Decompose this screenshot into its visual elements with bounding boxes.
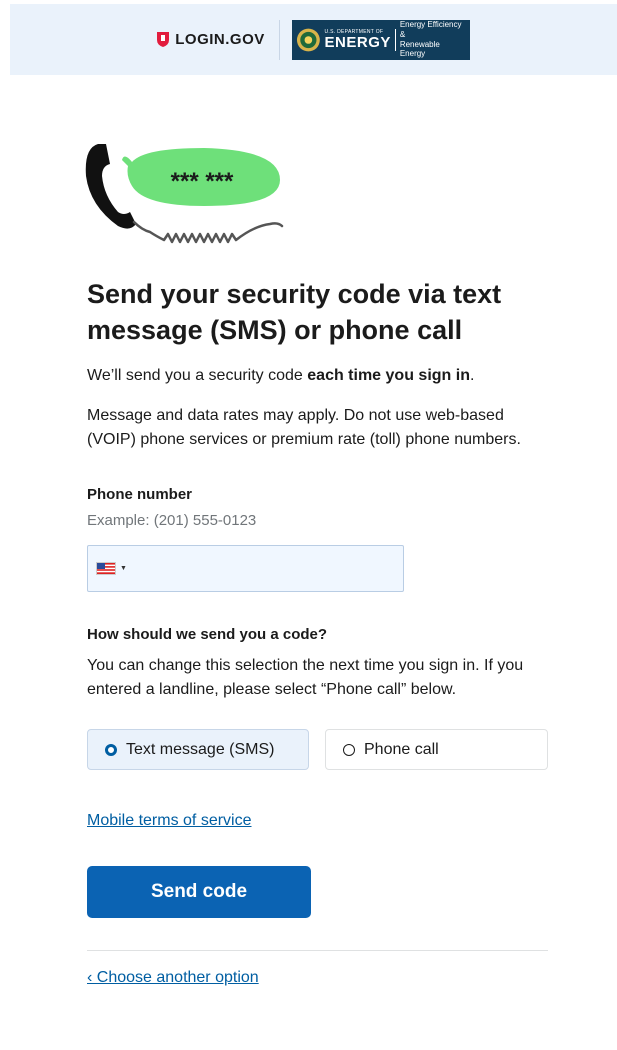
page-title: Send your security code via text message…: [87, 279, 502, 345]
send-code-button[interactable]: Send code: [87, 866, 311, 918]
shield-icon: [157, 32, 170, 47]
divider: [87, 950, 548, 951]
doe-seal-icon: [296, 28, 320, 51]
partner-big-text: ENERGY: [324, 33, 391, 51]
mobile-terms-link[interactable]: Mobile terms of service: [87, 812, 252, 830]
intro-text: We’ll send you a security code each time…: [87, 367, 474, 385]
intro-bold: each time you sign in: [307, 367, 470, 384]
radio-phone-call[interactable]: Phone call: [325, 729, 548, 770]
us-flag-icon[interactable]: [96, 562, 116, 575]
code-text: *** ***: [171, 168, 234, 195]
phone-field[interactable]: ▼: [87, 545, 404, 592]
site-header: LOGIN.GOV U.S. DEPARTMENT OF ENERGY Ener…: [10, 4, 617, 75]
phone-input[interactable]: [126, 545, 403, 592]
partner-office: Energy Efficiency & Renewable Energy: [400, 20, 466, 58]
login-gov-logo[interactable]: LOGIN.GOV: [157, 31, 265, 48]
partner-separator: [394, 28, 396, 51]
delivery-description: You can change this selection the next t…: [87, 657, 524, 698]
chevron-down-icon[interactable]: ▼: [120, 565, 127, 572]
radio-unselected-icon: [343, 743, 355, 756]
radio-text-message[interactable]: Text message (SMS): [87, 729, 309, 770]
logo-text: LOGIN.GOV: [175, 31, 265, 48]
choose-another-option-link[interactable]: ‹ Choose another option: [87, 969, 259, 987]
delivery-question: How should we send you a code?: [87, 626, 328, 643]
radio-text-message-label: Text message (SMS): [126, 740, 275, 758]
partner-office-line2: Renewable Energy: [399, 39, 440, 59]
radio-selected-icon: [105, 743, 117, 756]
phone-hint: Example: (201) 555-0123: [87, 512, 257, 529]
phone-label: Phone number: [87, 486, 193, 503]
header-divider: [278, 19, 280, 60]
intro-suffix: .: [469, 367, 475, 384]
partner-office-line1: Energy Efficiency &: [399, 20, 462, 39]
rates-text: Message and data rates may apply. Do not…: [87, 407, 521, 448]
phone-with-speech-bubble-icon: *** ***: [85, 144, 284, 244]
radio-phone-call-label: Phone call: [364, 740, 439, 758]
partner-logo: U.S. DEPARTMENT OF ENERGY Energy Efficie…: [291, 19, 470, 60]
partner-dept: U.S. DEPARTMENT OF ENERGY: [324, 29, 391, 51]
intro-prefix: We’ll send you a security code: [87, 367, 308, 384]
